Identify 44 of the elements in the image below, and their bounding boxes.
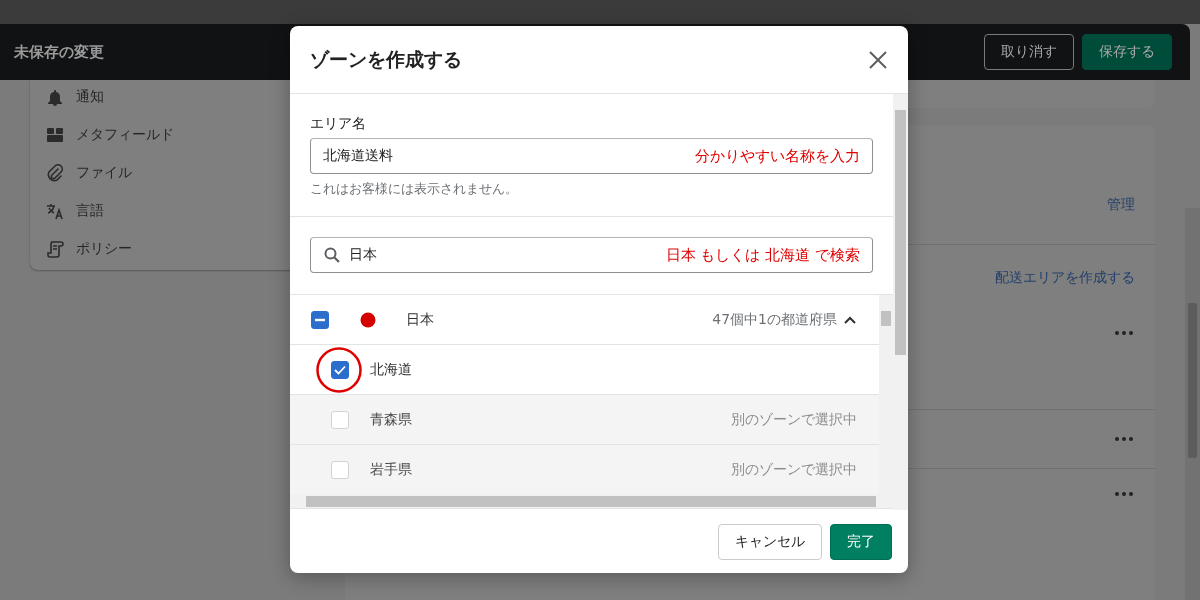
status-note: 別のゾーンで選択中 <box>731 410 857 429</box>
sidebar-item[interactable]: メタフィールド <box>76 126 174 144</box>
paperclip-icon <box>46 164 64 182</box>
sidebar-item[interactable]: ポリシー <box>76 240 132 258</box>
field-label: エリア名 <box>310 115 367 133</box>
help-text: これはお客様には表示されません。 <box>310 180 519 198</box>
dash-icon <box>315 317 325 322</box>
page-scrollbar[interactable] <box>1185 208 1200 600</box>
selection-summary: 47個中1の都道府県 <box>712 310 837 329</box>
region-name: 岩手県 <box>370 460 413 479</box>
annotation-text: 分かりやすい名称を入力 <box>695 146 860 166</box>
flag-icon <box>360 311 376 328</box>
cancel-button[interactable]: キャンセル <box>718 523 822 560</box>
area-name-field[interactable]: 北海道送料 分かりやすい名称を入力 <box>310 138 873 174</box>
blocks-icon <box>46 126 64 144</box>
discard-button[interactable]: 取り消す <box>984 34 1074 70</box>
search-icon <box>323 246 341 264</box>
save-bar-title: 未保存の変更 <box>14 42 104 62</box>
scroll-icon <box>46 240 64 258</box>
checkbox[interactable] <box>331 360 349 379</box>
search-field[interactable]: 日本 日本 もしくは 北海道 で検索 <box>310 237 873 273</box>
sidebar-item[interactable]: 通知 <box>76 88 104 106</box>
annotation-text: 日本 もしくは 北海道 で検索 <box>665 245 860 265</box>
dialog-title: ゾーンを作成する <box>310 46 462 72</box>
manage-link[interactable]: 管理 <box>1107 195 1135 214</box>
dialog-scrollbar[interactable] <box>893 94 908 510</box>
checkbox[interactable] <box>311 310 329 329</box>
horizontal-scrollbar[interactable] <box>290 494 893 509</box>
close-icon[interactable] <box>868 49 888 70</box>
sidebar-item[interactable]: 言語 <box>76 202 104 220</box>
more-icon[interactable] <box>1115 492 1133 496</box>
more-icon[interactable] <box>1115 437 1133 441</box>
bell-icon <box>46 88 64 106</box>
sidebar-item[interactable]: ファイル <box>76 164 132 182</box>
region-name: 青森県 <box>370 410 413 429</box>
create-zone-link[interactable]: 配送エリアを作成する <box>995 269 1135 287</box>
save-button[interactable]: 保存する <box>1082 34 1172 70</box>
more-icon[interactable] <box>1115 331 1133 335</box>
check-icon <box>334 364 346 375</box>
done-button[interactable]: 完了 <box>830 523 892 560</box>
region-name: 北海道 <box>370 360 413 379</box>
translate-icon <box>46 202 64 220</box>
country-name: 日本 <box>406 310 435 329</box>
status-note: 別のゾーンで選択中 <box>731 460 857 479</box>
